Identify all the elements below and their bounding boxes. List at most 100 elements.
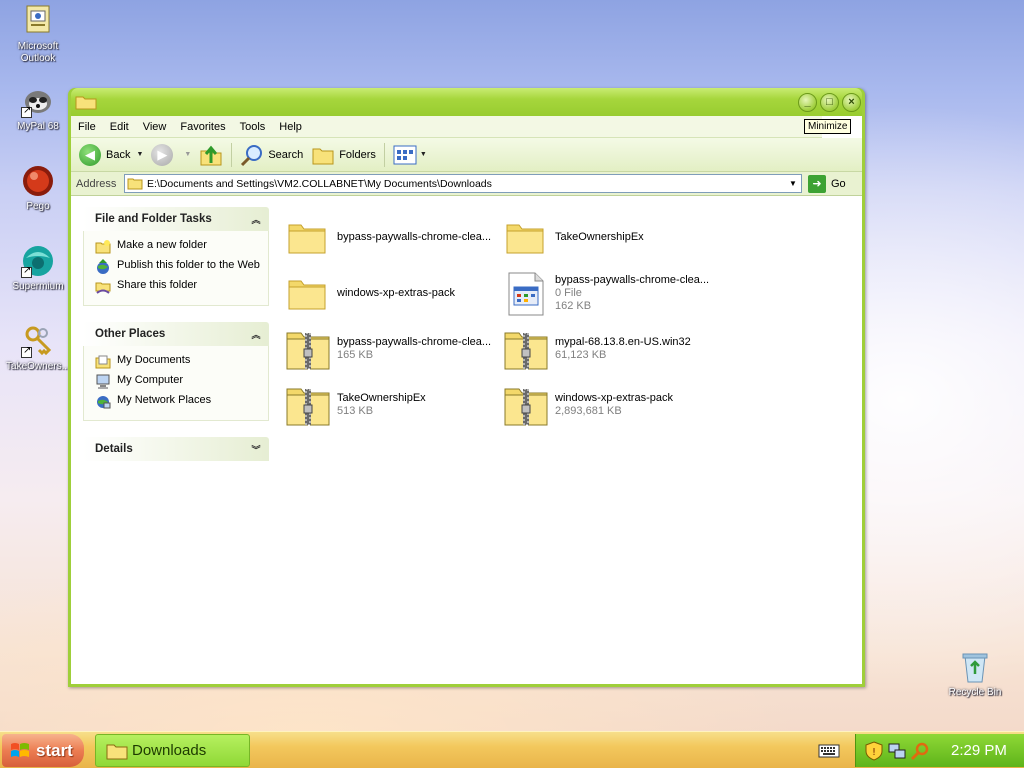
list-item[interactable]: windows-xp-extras-pack 2,893,681 KB bbox=[503, 381, 713, 429]
desktop-icon-recycle-bin[interactable]: Recycle Bin bbox=[937, 650, 1013, 699]
list-item[interactable]: windows-xp-extras-pack bbox=[285, 269, 495, 317]
minimize-button[interactable]: _ bbox=[798, 93, 817, 112]
security-shield-icon[interactable]: ! bbox=[864, 740, 884, 761]
file-folder-tasks-panel: File and Folder Tasks ︽ Make a new folde… bbox=[83, 207, 269, 306]
maximize-button[interactable]: □ bbox=[820, 93, 839, 112]
collapse-chevron-icon[interactable]: ︽ bbox=[249, 328, 263, 341]
chevron-down-icon[interactable]: ▼ bbox=[136, 151, 143, 158]
desktop-icon-supermium[interactable]: Supermium bbox=[0, 244, 76, 293]
collapse-chevron-icon[interactable]: ︽ bbox=[249, 213, 263, 226]
back-arrow-icon: ◀ bbox=[79, 143, 101, 166]
desktop-icon-label: TakeOwners... bbox=[6, 361, 70, 372]
task-publish-web[interactable]: Publish this folder to the Web bbox=[95, 259, 260, 275]
task-make-new-folder[interactable]: Make a new folder bbox=[95, 239, 260, 255]
details-panel: Details ︾ bbox=[83, 437, 269, 461]
address-field[interactable]: E:\Documents and Settings\VM2.COLLABNET\… bbox=[124, 174, 802, 193]
file-size: 162 KB bbox=[555, 299, 592, 312]
network-icon[interactable] bbox=[887, 741, 907, 761]
folder-icon bbox=[127, 178, 143, 190]
list-item[interactable]: bypass-paywalls-chrome-clea... bbox=[285, 213, 495, 261]
go-button[interactable]: ➜ Go bbox=[808, 174, 846, 193]
place-my-documents[interactable]: My Documents bbox=[95, 354, 260, 370]
desktop-icon-label: Supermium bbox=[12, 281, 64, 292]
chevron-down-icon[interactable]: ▼ bbox=[420, 151, 427, 158]
keyboard-icon[interactable] bbox=[818, 741, 840, 759]
up-folder-button[interactable] bbox=[195, 141, 227, 169]
desktop-icon-pego[interactable]: Pego bbox=[0, 164, 76, 213]
file-size: 2,893,681 KB bbox=[555, 405, 622, 417]
list-item[interactable]: mypal-68.13.8.en-US.win32 61,123 KB bbox=[503, 325, 713, 373]
file-folder-tasks-header[interactable]: File and Folder Tasks ︽ bbox=[83, 207, 269, 231]
file-name: windows-xp-extras-pack bbox=[555, 392, 673, 404]
pego-icon bbox=[21, 164, 55, 198]
menu-view[interactable]: View bbox=[136, 121, 174, 133]
window-client: File Edit View Favorites Tools Help ◀ Ba… bbox=[71, 116, 862, 684]
chevron-down-icon[interactable]: ▼ bbox=[785, 175, 801, 192]
place-label: My Computer bbox=[117, 374, 184, 386]
forward-button[interactable]: ▶ ▼ bbox=[147, 141, 195, 169]
application-file-icon bbox=[503, 271, 549, 316]
zip-folder-icon bbox=[285, 383, 331, 427]
toolbar-separator bbox=[383, 142, 385, 167]
file-type: 0 File bbox=[555, 286, 582, 299]
list-item[interactable]: bypass-paywalls-chrome-clea... 0 File 16… bbox=[503, 269, 713, 317]
desktop-icon-label: Pego bbox=[26, 201, 50, 212]
folder-icon bbox=[75, 94, 97, 110]
task-label: Downloads bbox=[132, 742, 207, 759]
chevron-down-icon[interactable]: ▼ bbox=[184, 151, 191, 158]
other-places-panel: Other Places ︽ My Documents My Computer bbox=[83, 322, 269, 421]
start-button[interactable]: start bbox=[2, 734, 84, 767]
standard-toolbar: ◀ Back ▼ ▶ ▼ Search Folders ▼ bbox=[71, 138, 862, 172]
folders-label: Folders bbox=[339, 148, 376, 161]
desktop-icon-takeownership[interactable]: TakeOwners... bbox=[0, 324, 76, 373]
views-button[interactable]: ▼ bbox=[389, 141, 431, 169]
forward-arrow-icon: ▶ bbox=[151, 143, 174, 166]
menu-file[interactable]: File bbox=[71, 121, 103, 133]
file-name: windows-xp-extras-pack bbox=[337, 286, 455, 299]
details-header[interactable]: Details ︾ bbox=[83, 437, 269, 461]
folder-icon bbox=[503, 215, 549, 259]
desktop-icon-mypal[interactable]: MyPal 68 bbox=[0, 84, 76, 133]
clock[interactable]: 2:29 PM bbox=[951, 742, 1007, 759]
task-label: Make a new folder bbox=[117, 239, 207, 251]
list-item[interactable]: bypass-paywalls-chrome-clea... 165 KB bbox=[285, 325, 495, 373]
search-icon[interactable] bbox=[910, 741, 930, 761]
address-value: E:\Documents and Settings\VM2.COLLABNET\… bbox=[147, 177, 492, 190]
close-button[interactable]: × bbox=[842, 93, 861, 112]
list-item[interactable]: TakeOwnershipEx bbox=[503, 213, 713, 261]
menu-tools[interactable]: Tools bbox=[233, 121, 273, 133]
go-arrow-icon: ➜ bbox=[808, 174, 826, 193]
shortcut-arrow-icon bbox=[21, 345, 32, 358]
file-name: mypal-68.13.8.en-US.win32 bbox=[555, 336, 691, 348]
menu-favorites[interactable]: Favorites bbox=[173, 121, 232, 133]
file-name: bypass-paywalls-chrome-clea... bbox=[555, 273, 710, 286]
windows-flag-icon bbox=[11, 742, 29, 757]
title-bar[interactable]: _ □ × bbox=[71, 88, 862, 116]
panel-title: Other Places bbox=[95, 328, 166, 340]
back-button[interactable]: ◀ Back ▼ bbox=[75, 141, 147, 169]
menu-help[interactable]: Help bbox=[272, 121, 309, 133]
menu-edit[interactable]: Edit bbox=[103, 121, 136, 133]
expand-chevron-icon[interactable]: ︾ bbox=[249, 443, 263, 456]
taskbar-item-downloads[interactable]: Downloads bbox=[95, 734, 250, 767]
file-size: 165 KB bbox=[337, 349, 374, 361]
panel-title: Details bbox=[95, 443, 133, 455]
other-places-header[interactable]: Other Places ︽ bbox=[83, 322, 269, 346]
file-name: TakeOwnershipEx bbox=[337, 392, 426, 404]
zip-folder-icon bbox=[285, 327, 331, 371]
svg-text:!: ! bbox=[872, 747, 876, 758]
shortcut-arrow-icon bbox=[21, 265, 32, 278]
shortcut-arrow-icon bbox=[21, 105, 32, 118]
folder-icon bbox=[285, 215, 331, 259]
task-share-folder[interactable]: Share this folder bbox=[95, 279, 260, 295]
supermium-icon bbox=[21, 244, 55, 278]
search-button[interactable]: Search bbox=[236, 141, 307, 169]
file-name: bypass-paywalls-chrome-clea... bbox=[337, 336, 492, 348]
folders-button[interactable]: Folders bbox=[307, 141, 380, 169]
place-my-network[interactable]: My Network Places bbox=[95, 394, 260, 410]
desktop-icon-label: MyPal 68 bbox=[17, 121, 59, 132]
list-item[interactable]: TakeOwnershipEx 513 KB bbox=[285, 381, 495, 429]
task-pane: File and Folder Tasks ︽ Make a new folde… bbox=[83, 207, 269, 477]
place-my-computer[interactable]: My Computer bbox=[95, 374, 260, 390]
desktop-icon-outlook[interactable]: Microsoft Outlook bbox=[0, 4, 76, 65]
